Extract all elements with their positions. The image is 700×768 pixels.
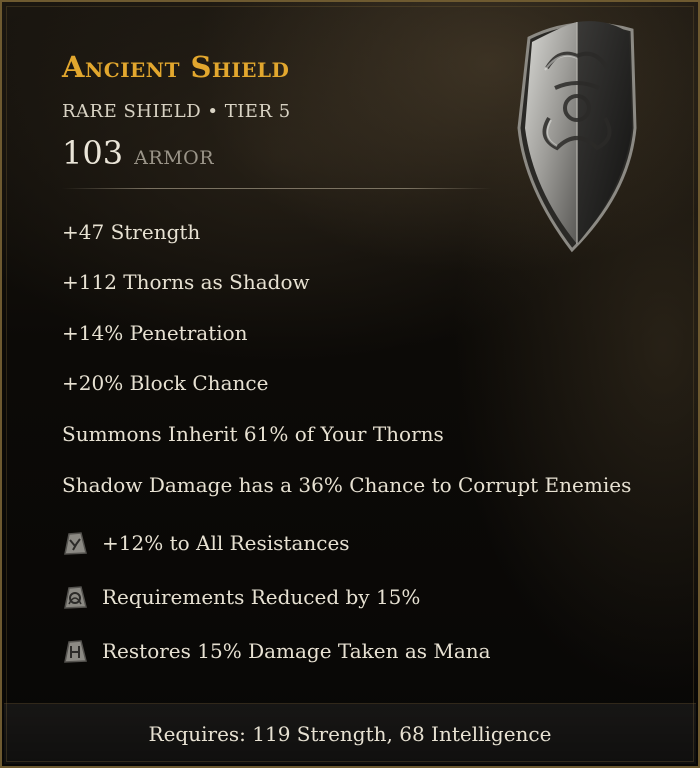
- rune-icon: [64, 640, 87, 663]
- armor-row: 103 ARMOR: [62, 134, 214, 174]
- affix-line: +112 Thorns as Shadow: [62, 270, 310, 294]
- header-divider: [62, 188, 492, 189]
- affix-line: Summons Inherit 61% of Your Thorns: [62, 422, 444, 446]
- rune-icon: [64, 586, 87, 609]
- item-tooltip: Ancient Shield RARE SHIELD • TIER 5 103 …: [0, 0, 700, 768]
- armor-label: ARMOR: [134, 147, 215, 169]
- affix-line: Shadow Damage has a 36% Chance to Corrup…: [62, 473, 632, 497]
- requirements-footer: Requires: 119 Strength, 68 Intelligence: [4, 703, 696, 764]
- item-name: Ancient Shield: [62, 50, 290, 84]
- rune-affix-text: Requirements Reduced by 15%: [102, 585, 421, 609]
- rune-affix: Restores 15% Damage Taken as Mana: [60, 634, 491, 668]
- item-rarity-type: RARE SHIELD • TIER 5: [62, 101, 291, 122]
- requirements-text: Requires: 119 Strength, 68 Intelligence: [148, 722, 552, 746]
- armor-value: 103: [62, 134, 124, 172]
- rune-affix-text: Restores 15% Damage Taken as Mana: [102, 639, 491, 663]
- affix-line: +47 Strength: [62, 220, 201, 244]
- affix-line: +20% Block Chance: [62, 371, 269, 395]
- rune-affix-text: +12% to All Resistances: [102, 531, 350, 555]
- rune-affix: Requirements Reduced by 15%: [60, 580, 420, 614]
- rune-affix: +12% to All Resistances: [60, 526, 350, 560]
- shield-icon: [507, 8, 647, 253]
- rune-icon: [64, 532, 87, 555]
- affix-line: +14% Penetration: [62, 321, 248, 345]
